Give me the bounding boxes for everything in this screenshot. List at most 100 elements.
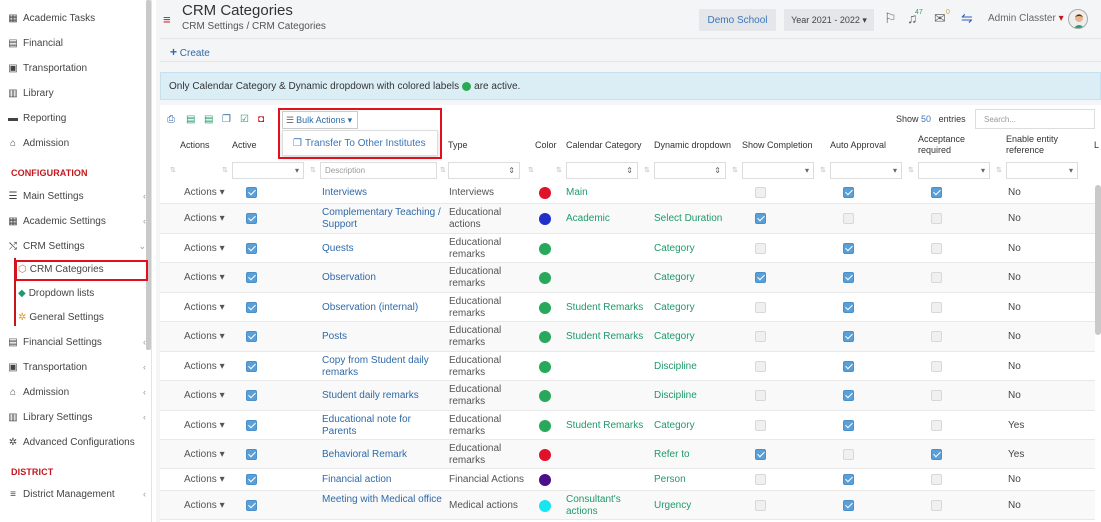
auto-approval-checkbox[interactable] bbox=[843, 448, 854, 460]
auto-approval-checkbox[interactable] bbox=[843, 419, 854, 431]
show-completion-filter[interactable]: ▾ bbox=[742, 162, 814, 179]
sidebar-item-academic-settings[interactable]: ▦ Academic Settings ‹ bbox=[0, 210, 146, 232]
active-checkbox[interactable] bbox=[246, 419, 257, 431]
show-completion-checkbox[interactable] bbox=[755, 301, 766, 313]
row-actions-button[interactable]: Actions ▾ bbox=[184, 390, 225, 402]
acceptance-checkbox[interactable] bbox=[931, 272, 942, 283]
row-actions-button[interactable]: Actions ▾ bbox=[184, 272, 225, 284]
active-checkbox[interactable] bbox=[246, 187, 257, 198]
col-type[interactable]: Type bbox=[448, 140, 468, 151]
acceptance-checkbox[interactable] bbox=[931, 213, 942, 224]
description-link[interactable]: Meeting with Medical office bbox=[322, 494, 444, 506]
col-acceptance-required[interactable]: Acceptance required bbox=[918, 134, 982, 156]
sidebar-item-admission[interactable]: ⌂ Admission bbox=[0, 132, 146, 154]
sidebar-scrollbar[interactable] bbox=[146, 0, 151, 350]
description-link[interactable]: Posts bbox=[322, 331, 444, 343]
sidebar-item-transportation[interactable]: ▣ Transportation bbox=[0, 57, 146, 79]
auto-approval-checkbox[interactable] bbox=[843, 474, 854, 485]
auto-approval-checkbox[interactable] bbox=[843, 390, 854, 401]
description-link[interactable]: Complementary Teaching / Support bbox=[322, 207, 444, 231]
acceptance-checkbox[interactable] bbox=[931, 331, 942, 342]
show-completion-checkbox[interactable] bbox=[755, 448, 766, 460]
user-menu[interactable]: Admin Classter ▾ bbox=[988, 13, 1064, 24]
sidebar-item-admission-settings[interactable]: ⌂ Admission ‹ bbox=[0, 381, 146, 403]
show-completion-checkbox[interactable] bbox=[755, 474, 766, 485]
show-completion-checkbox[interactable] bbox=[755, 187, 766, 198]
description-link[interactable]: Observation (internal) bbox=[322, 302, 444, 314]
active-checkbox[interactable] bbox=[246, 301, 257, 313]
calendar-filter[interactable]: ⇕ bbox=[566, 162, 638, 179]
row-actions-button[interactable]: Actions ▾ bbox=[184, 449, 225, 461]
col-color[interactable]: Color bbox=[535, 140, 557, 151]
sidebar-item-library-settings[interactable]: ▥ Library Settings ‹ bbox=[0, 406, 146, 428]
excel-icon[interactable]: ▤ bbox=[186, 114, 195, 125]
auto-approval-checkbox[interactable] bbox=[843, 360, 854, 372]
sidebar-item-financial[interactable]: ▤ Financial bbox=[0, 32, 146, 54]
auto-approval-checkbox[interactable] bbox=[843, 213, 854, 224]
row-actions-button[interactable]: Actions ▾ bbox=[184, 474, 225, 486]
hamburger-menu-icon[interactable]: ≡ bbox=[163, 12, 171, 27]
acceptance-checkbox[interactable] bbox=[931, 187, 942, 198]
sidebar-item-library[interactable]: ▥ Library bbox=[0, 82, 146, 104]
acceptance-checkbox[interactable] bbox=[931, 242, 942, 254]
sidebar-item-advanced-configurations[interactable]: ✲ Advanced Configurations bbox=[0, 431, 146, 453]
acceptance-filter[interactable]: ▾ bbox=[918, 162, 990, 179]
description-link[interactable]: Quests bbox=[322, 243, 444, 255]
year-selector[interactable]: Year 2021 - 2022 ▾ bbox=[784, 9, 874, 31]
active-checkbox[interactable] bbox=[246, 499, 257, 511]
mail-icon[interactable]: ✉ bbox=[934, 10, 946, 27]
acceptance-checkbox[interactable] bbox=[931, 301, 942, 313]
description-link[interactable]: Copy from Student daily remarks bbox=[322, 355, 444, 379]
description-link[interactable]: Behavioral Remark bbox=[322, 449, 444, 461]
copy-icon[interactable]: ❐ bbox=[222, 114, 231, 125]
description-link[interactable]: Educational note for Parents bbox=[322, 414, 444, 438]
sidebar-item-dropdown-lists[interactable]: ◆ Dropdown lists bbox=[18, 283, 146, 303]
sidebar-item-main-settings[interactable]: ☰ Main Settings ‹ bbox=[0, 185, 146, 207]
show-completion-checkbox[interactable] bbox=[755, 360, 766, 372]
dropdown-filter[interactable]: ⇕ bbox=[654, 162, 726, 179]
type-filter[interactable]: ⇕ bbox=[448, 162, 520, 179]
stop-icon[interactable]: ◘ bbox=[258, 114, 264, 125]
auto-approval-checkbox[interactable] bbox=[843, 187, 854, 198]
entries-select[interactable]: 50 bbox=[921, 114, 931, 124]
sidebar-item-financial-settings[interactable]: ▤ Financial Settings ‹ bbox=[0, 331, 146, 353]
flag-icon[interactable]: ⚐ bbox=[884, 10, 897, 27]
show-completion-checkbox[interactable] bbox=[755, 242, 766, 254]
print-icon[interactable]: ⎙ bbox=[167, 114, 175, 125]
sidebar-item-crm-settings[interactable]: ⤭ CRM Settings ⌄ bbox=[0, 235, 146, 257]
row-actions-button[interactable]: Actions ▾ bbox=[184, 302, 225, 314]
acceptance-checkbox[interactable] bbox=[931, 419, 942, 431]
description-link[interactable]: Interviews bbox=[322, 187, 444, 199]
active-checkbox[interactable] bbox=[246, 213, 257, 224]
col-l[interactable]: L bbox=[1094, 140, 1099, 151]
acceptance-checkbox[interactable] bbox=[931, 448, 942, 460]
sidebar-item-general-settings[interactable]: ✲ General Settings bbox=[18, 307, 146, 327]
auto-approval-checkbox[interactable] bbox=[843, 331, 854, 342]
table-scrollbar[interactable] bbox=[1095, 185, 1101, 335]
acceptance-checkbox[interactable] bbox=[931, 390, 942, 401]
school-selector[interactable]: Demo School bbox=[699, 9, 776, 31]
description-link[interactable]: Student daily remarks bbox=[322, 390, 444, 402]
row-actions-button[interactable]: Actions ▾ bbox=[184, 213, 225, 225]
entity-filter[interactable]: ▾ bbox=[1006, 162, 1078, 179]
sidebar-item-transportation-settings[interactable]: ▣ Transportation ‹ bbox=[0, 356, 146, 378]
row-actions-button[interactable]: Actions ▾ bbox=[184, 420, 225, 432]
active-checkbox[interactable] bbox=[246, 474, 257, 485]
active-checkbox[interactable] bbox=[246, 360, 257, 372]
row-actions-button[interactable]: Actions ▾ bbox=[184, 331, 225, 343]
search-input[interactable]: Search... bbox=[975, 109, 1095, 129]
sidebar-item-reporting[interactable]: ▬ Reporting bbox=[0, 107, 146, 129]
sidebar-item-academic-tasks[interactable]: ▦ Academic Tasks bbox=[0, 7, 146, 29]
col-show-completion[interactable]: Show Completion bbox=[742, 140, 813, 151]
active-checkbox[interactable] bbox=[246, 390, 257, 401]
description-link[interactable]: Financial action bbox=[322, 474, 444, 486]
col-calendar-category[interactable]: Calendar Category bbox=[566, 140, 642, 151]
description-filter[interactable]: Description bbox=[320, 162, 437, 179]
acceptance-checkbox[interactable] bbox=[931, 360, 942, 372]
row-actions-button[interactable]: Actions ▾ bbox=[184, 243, 225, 255]
auto-approval-checkbox[interactable] bbox=[843, 272, 854, 283]
auto-approval-checkbox[interactable] bbox=[843, 301, 854, 313]
avatar[interactable] bbox=[1068, 9, 1088, 29]
show-completion-checkbox[interactable] bbox=[755, 213, 766, 224]
col-enable-entity-reference[interactable]: Enable entity reference bbox=[1006, 134, 1070, 156]
